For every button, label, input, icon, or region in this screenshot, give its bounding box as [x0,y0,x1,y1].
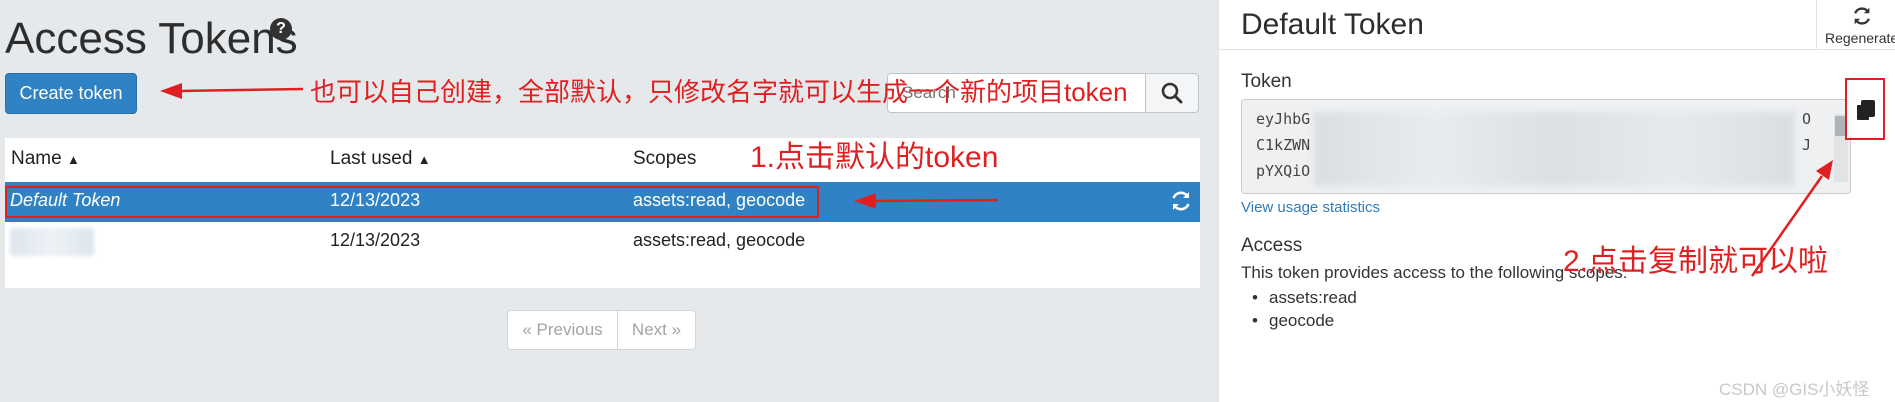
refresh-icon [1854,7,1870,25]
table-row[interactable]: 12/13/2023 assets:read, geocode [5,222,1200,262]
token-scopes: assets:read, geocode [633,230,806,250]
column-header-last-used[interactable]: Last used ▲︎ [330,148,431,170]
question-circle-icon[interactable]: ? [270,18,292,40]
token-line-end: O [1802,110,1812,128]
page-title: Access Tokens [5,14,298,63]
token-detail-panel: Default Token Regenerate Token eyJhbG O … [1218,0,1895,402]
scope-item: geocode [1252,311,1334,331]
annotation-create-hint: 也可以自己创建，全部默认，只修改名字就可以生成一个新的项目token [310,77,1128,107]
watermark: CSDN @GIS小妖怪 [1719,380,1870,399]
column-header-label: Scopes [633,148,697,169]
token-redacted [1314,112,1794,186]
annotation-step1: 1.点击默认的token [750,141,999,174]
token-textarea[interactable]: eyJhbG O C1kZWN J pYXQiO [1241,99,1851,194]
next-page-button[interactable]: Next » [617,310,696,350]
token-name-redacted [10,228,94,256]
highlight-box [5,186,819,218]
search-icon [1161,82,1183,104]
view-usage-statistics-link[interactable]: View usage statistics [1241,199,1380,216]
token-line-end: J [1802,136,1812,154]
previous-page-button[interactable]: « Previous [507,310,618,350]
copy-token-button[interactable] [1845,78,1885,140]
regenerate-label: Regenerate [1825,30,1895,46]
annotation-step2: 2.点击复制就可以啦 [1563,245,1829,278]
sort-icon: ▲︎ [66,152,80,167]
detail-title: Default Token [1241,8,1424,41]
token-label: Token [1241,71,1292,92]
column-header-label: Last used [330,148,413,169]
create-token-button[interactable]: Create token [5,73,137,114]
column-header-scopes: Scopes [633,148,696,170]
scope-item: assets:read [1252,288,1357,308]
sort-icon: ▲︎ [417,152,431,167]
token-line: pYXQiO [1256,162,1311,180]
column-header-name[interactable]: Name ▲︎ [11,148,80,170]
access-heading: Access [1241,235,1303,256]
refresh-icon[interactable] [1169,189,1193,213]
search-button[interactable] [1145,73,1199,113]
regenerate-button[interactable]: Regenerate [1816,0,1895,50]
column-header-label: Name [11,148,62,169]
token-line: eyJhbG [1256,110,1311,128]
token-last-used: 12/13/2023 [330,230,421,250]
copy-icon [1857,100,1875,120]
token-line: C1kZWN [1256,136,1311,154]
detail-header: Default Token Regenerate [1219,0,1895,50]
